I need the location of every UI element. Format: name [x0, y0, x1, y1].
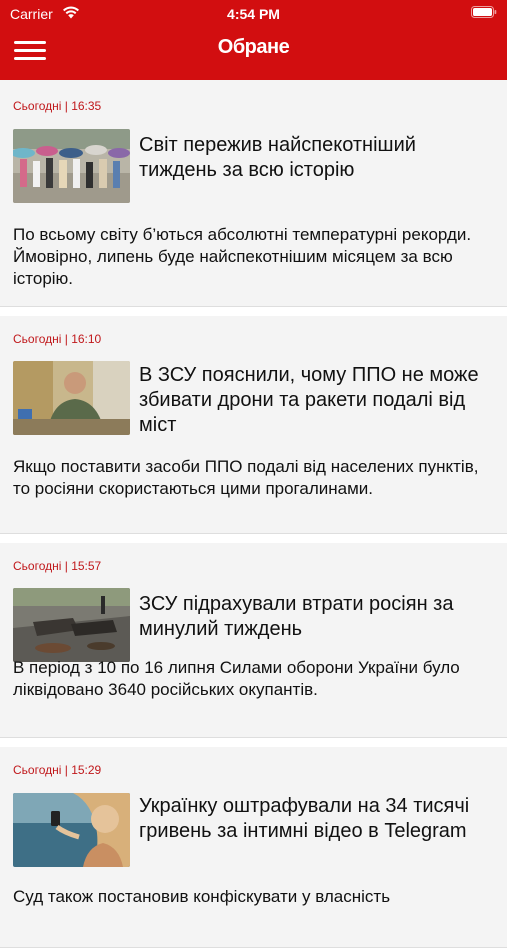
- status-bar: Carrier 4:54 PM: [0, 0, 507, 28]
- article-thumbnail: [13, 793, 130, 867]
- news-card[interactable]: Сьогодні | 16:35 Світ пережив найспекотн…: [0, 80, 507, 307]
- top-bar: Carrier 4:54 PM Обране: [0, 0, 507, 80]
- article-summary: В період з 10 по 16 липня Силами оборони…: [13, 658, 460, 699]
- clock: 4:54 PM: [227, 6, 280, 22]
- article-thumbnail: [13, 588, 130, 662]
- article-date: Сьогодні | 15:57: [13, 559, 102, 573]
- page-title: Обране: [217, 36, 290, 58]
- article-title: ЗСУ підрахували втрати росіян за минулий…: [139, 593, 454, 640]
- article-summary: Якщо поставити засоби ППО подалі від нас…: [13, 457, 479, 498]
- article-title: В ЗСУ пояснили, чому ППО не може збивати…: [139, 364, 479, 436]
- news-card[interactable]: Сьогодні | 15:29 Українку оштрафували на…: [0, 738, 507, 948]
- article-date: Сьогодні | 16:35: [13, 99, 102, 113]
- news-feed: Сьогодні | 16:35 Світ пережив найспекотн…: [0, 80, 507, 948]
- battery-icon: [471, 6, 497, 18]
- article-title: Світ пережив найспекотніший тиждень за в…: [139, 134, 416, 181]
- news-card[interactable]: Сьогодні | 16:10 В ЗСУ пояснили, чому ПП…: [0, 307, 507, 534]
- article-thumbnail: [13, 361, 130, 435]
- article-thumbnail: [13, 129, 130, 203]
- article-summary: По всьому світу б’ються абсолютні темпер…: [13, 225, 472, 288]
- article-summary: Суд також постановив конфіскувати у влас…: [13, 887, 391, 906]
- article-date: Сьогодні | 16:10: [13, 332, 102, 346]
- article-title: Українку оштрафували на 34 тисячі гривен…: [139, 795, 470, 842]
- article-date: Сьогодні | 15:29: [13, 763, 102, 777]
- navigation-bar: Обране: [0, 28, 507, 72]
- news-card[interactable]: Сьогодні | 15:57 ЗСУ підрахували втрати …: [0, 534, 507, 738]
